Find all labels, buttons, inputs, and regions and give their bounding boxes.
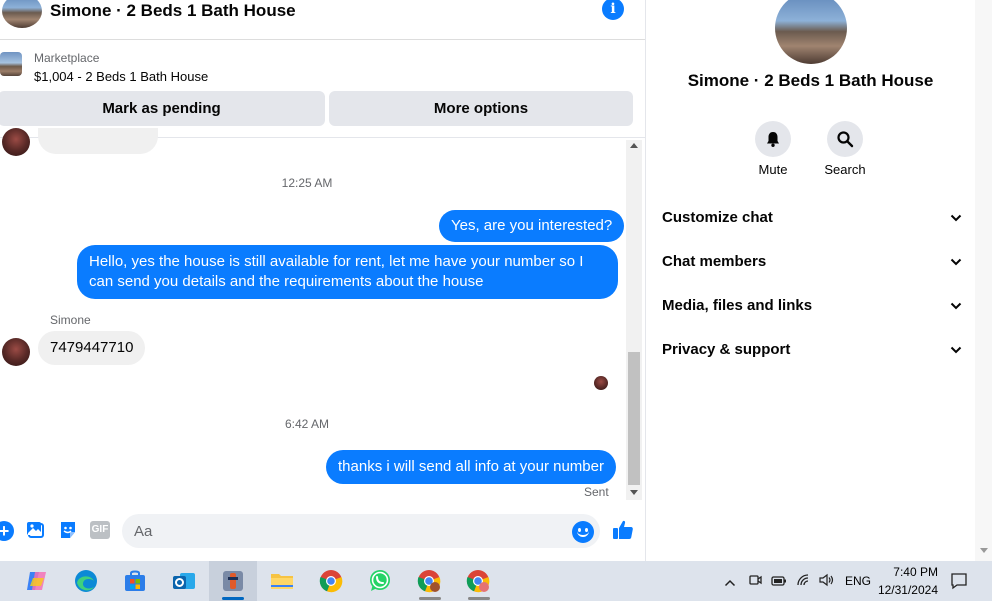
sender-avatar[interactable] — [2, 338, 30, 366]
meet-now-icon[interactable] — [748, 573, 762, 592]
chevron-down-icon — [950, 297, 962, 314]
chat-pane: Simone · 2 Beds 1 Bath House i Marketpla… — [0, 0, 646, 561]
details-title: Simone · 2 Beds 1 Bath House — [687, 71, 934, 90]
conversation-details-panel: Simone · 2 Beds 1 Bath House Mute Search — [646, 0, 975, 561]
chevron-down-icon — [950, 209, 962, 226]
incoming-message[interactable]: 7479447710 — [38, 331, 146, 365]
plus-icon[interactable]: + — [0, 521, 14, 541]
volume-icon[interactable] — [818, 573, 836, 592]
section-customize-chat[interactable]: Customize chat — [662, 202, 962, 232]
scroll-down-arrow[interactable] — [980, 548, 988, 553]
outgoing-message[interactable]: thanks i will send all info at your numb… — [326, 450, 616, 484]
seen-receipt-avatar — [594, 376, 608, 390]
edge-browser-icon[interactable] — [72, 567, 100, 595]
section-chat-members[interactable]: Chat members — [662, 246, 962, 276]
scrollbar-thumb[interactable] — [628, 352, 640, 485]
sender-name: Simone — [50, 313, 91, 327]
section-label: Chat members — [662, 252, 767, 270]
sticker-icon[interactable] — [58, 520, 78, 540]
previous-message-bubble — [38, 128, 158, 154]
conversation-avatar[interactable] — [2, 0, 42, 28]
mark-as-pending-button[interactable]: Mark as pending — [0, 91, 325, 126]
file-explorer-icon[interactable] — [268, 567, 296, 595]
listing-thumbnail[interactable] — [0, 52, 22, 76]
chevron-up-icon[interactable] — [724, 574, 736, 592]
bell-icon — [767, 132, 779, 147]
listing-title[interactable]: $1,004 - 2 Beds 1 Bath House — [34, 69, 208, 84]
input-language[interactable]: ENG — [845, 574, 871, 588]
message-status: Sent — [584, 485, 609, 499]
section-privacy-support[interactable]: Privacy & support — [662, 334, 962, 364]
running-indicator — [468, 597, 490, 600]
gif-icon[interactable]: GIF — [90, 521, 110, 539]
outlook-icon[interactable] — [170, 567, 198, 595]
chat-header: Simone · 2 Beds 1 Bath House i — [0, 0, 645, 40]
search-button[interactable] — [827, 121, 863, 157]
mute-label: Mute — [758, 162, 788, 177]
page-scrollbar[interactable] — [975, 0, 992, 561]
section-label: Privacy & support — [662, 340, 791, 358]
section-media-files-links[interactable]: Media, files and links — [662, 290, 962, 320]
outgoing-message[interactable]: Hello, yes the house is still available … — [77, 245, 618, 299]
running-indicator — [419, 597, 441, 600]
chrome-profile-icon[interactable] — [415, 567, 443, 595]
search-label: Search — [824, 162, 866, 177]
active-indicator — [222, 597, 244, 600]
details-avatar[interactable] — [775, 0, 847, 64]
copilot-icon[interactable] — [23, 567, 51, 595]
mute-button[interactable] — [755, 121, 791, 157]
more-options-button[interactable]: More options — [329, 91, 633, 126]
image-icon[interactable] — [26, 520, 46, 540]
whatsapp-icon[interactable] — [366, 567, 394, 595]
thumbs-up-icon[interactable] — [611, 518, 635, 542]
active-app-icon[interactable] — [219, 567, 247, 595]
timestamp: 6:42 AM — [284, 417, 330, 431]
wifi-icon[interactable] — [796, 573, 812, 592]
scroll-up-arrow[interactable] — [630, 143, 638, 148]
clock-time[interactable]: 7:40 PM — [878, 565, 938, 579]
notification-icon[interactable] — [950, 572, 968, 595]
battery-icon[interactable] — [771, 574, 787, 592]
scroll-down-arrow[interactable] — [630, 490, 638, 495]
section-label: Media, files and links — [662, 296, 813, 314]
microsoft-store-icon[interactable] — [121, 567, 149, 595]
sender-avatar[interactable] — [2, 128, 30, 156]
outgoing-message[interactable]: Yes, are you interested? — [439, 210, 625, 242]
clock-date[interactable]: 12/31/2024 — [874, 583, 938, 597]
chrome-icon[interactable] — [317, 567, 345, 595]
chrome-profile-icon[interactable] — [464, 567, 492, 595]
section-label: Customize chat — [662, 208, 773, 226]
search-icon — [837, 131, 854, 148]
emoji-icon[interactable] — [572, 521, 594, 543]
timestamp: 12:25 AM — [281, 176, 333, 190]
message-scrollbar[interactable] — [626, 140, 642, 500]
conversation-title[interactable]: Simone · 2 Beds 1 Bath House — [50, 0, 296, 22]
chevron-down-icon — [950, 341, 962, 358]
info-icon[interactable]: i — [602, 0, 624, 20]
listing-source: Marketplace — [34, 51, 100, 65]
chevron-down-icon — [950, 253, 962, 270]
message-input[interactable] — [122, 514, 600, 548]
